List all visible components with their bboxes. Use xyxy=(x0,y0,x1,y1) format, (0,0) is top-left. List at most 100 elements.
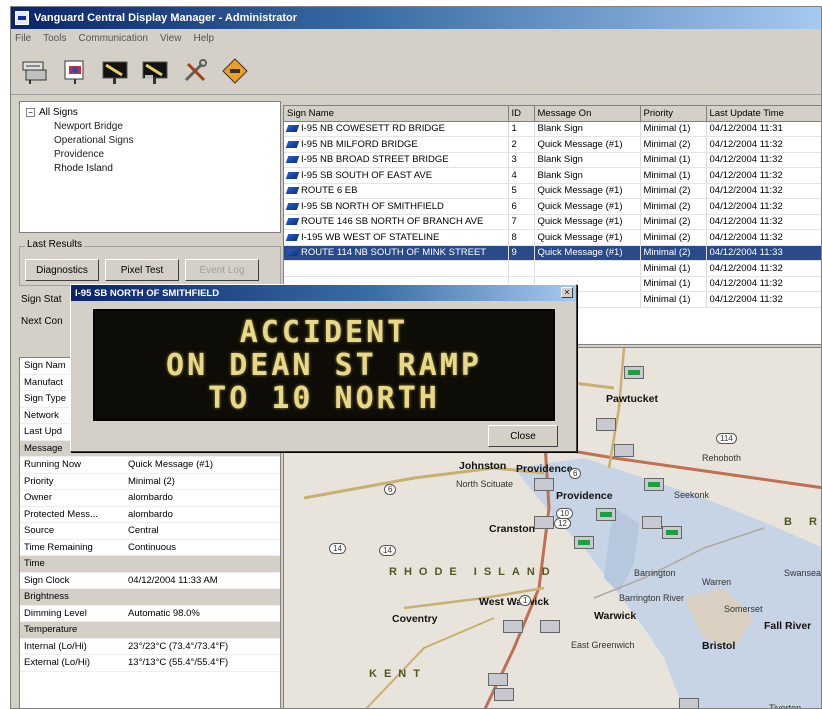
table-row[interactable]: ROUTE 114 NB SOUTH OF MINK STREET 9 Quick … xyxy=(284,245,821,261)
table-row[interactable]: Minimal (1) 04/12/2004 11:32 xyxy=(284,260,821,277)
close-button[interactable]: Close xyxy=(488,425,558,447)
cell-text: I-95 NB MILFORD BRIDGE xyxy=(301,138,418,150)
sign-edit-icon[interactable] xyxy=(137,53,173,89)
sign-map-marker[interactable] xyxy=(644,478,664,491)
sign-map-marker[interactable] xyxy=(662,526,682,539)
menu-file[interactable]: File xyxy=(15,33,31,44)
sign-list-icon[interactable] xyxy=(17,53,53,89)
cell-text: 04/12/2004 11:32 xyxy=(709,169,783,181)
table-row[interactable]: I-95 NB MILFORD BRIDGE 2 Quick Message (#1… xyxy=(284,136,821,153)
cell-text: Quick Message (#1) xyxy=(537,216,623,228)
table-row[interactable]: I-195 WB WEST OF STATELINE 8 Quick Message… xyxy=(284,229,821,246)
menu-tools[interactable]: Tools xyxy=(43,33,66,44)
property-value: Automatic 98.0% xyxy=(128,607,200,619)
table-row[interactable]: ROUTE 146 SB NORTH OF BRANCH AVE 7 Quick M… xyxy=(284,214,821,230)
cell-text: Minimal (2) xyxy=(643,247,691,259)
dialog-title: I-95 SB NORTH OF SMITHFIELD xyxy=(75,287,220,299)
cell-text: Minimal (1) xyxy=(643,262,691,274)
table-row[interactable]: I-95 SB NORTH OF SMITHFIELD 6 Quick Messag… xyxy=(284,198,821,215)
property-key: Source xyxy=(24,525,55,536)
route-shield: 14 xyxy=(329,543,346,554)
property-key: Owner xyxy=(24,492,52,503)
tree-root[interactable]: − All Signs xyxy=(26,106,274,120)
property-row: Dimming Level Automatic 98.0% xyxy=(20,606,280,622)
table-row[interactable]: I-95 NB COWESETT RD BRIDGE 1 Blank Sign Min… xyxy=(284,121,821,137)
road-sign-icon[interactable] xyxy=(217,53,253,89)
camera-sign-icon[interactable] xyxy=(57,53,93,89)
sign-icon xyxy=(285,171,300,179)
sign-map-marker[interactable] xyxy=(534,516,554,529)
title-bar[interactable]: Vanguard Central Display Manager - Admin… xyxy=(11,7,821,29)
map-place-label: Somerset xyxy=(724,604,763,614)
tree-item-rhode-island[interactable]: Rhode Island xyxy=(26,162,274,176)
sign-map-marker[interactable] xyxy=(488,673,508,686)
table-cell: Minimal (1) xyxy=(640,152,707,168)
table-cell: I-95 NB BROAD STREET BRIDGE xyxy=(284,152,509,168)
diagnostics-button[interactable]: Diagnostics xyxy=(25,259,99,281)
property-value: Continuous xyxy=(128,541,177,553)
sign-map-marker[interactable] xyxy=(679,698,699,708)
sign-icon xyxy=(285,156,300,164)
menu-help[interactable]: Help xyxy=(193,33,214,44)
cell-text: I-95 NB COWESETT RD BRIDGE xyxy=(301,123,445,135)
pixel-test-button[interactable]: Pixel Test xyxy=(105,259,179,281)
sign-map-marker[interactable] xyxy=(642,516,662,529)
cell-text: 04/12/2004 11:31 xyxy=(709,123,783,135)
tree-item-operational-signs[interactable]: Operational Signs xyxy=(26,134,274,148)
property-value xyxy=(128,622,280,638)
tree-item-providence[interactable]: Providence xyxy=(26,148,274,162)
table-cell: 5 xyxy=(508,183,535,199)
cell-text: I-95 SB NORTH OF SMITHFIELD xyxy=(301,200,444,212)
cell-text: Quick Message (#1) xyxy=(537,200,623,212)
cell-text: 7 xyxy=(511,216,517,228)
sign-icon xyxy=(285,218,300,226)
table-row[interactable]: ROUTE 6 EB 5 Quick Message (#1) Minimal (2)… xyxy=(284,183,821,199)
column-header-priority[interactable]: Priority xyxy=(640,106,707,122)
menu-view[interactable]: View xyxy=(160,33,182,44)
cell-text: Minimal (2) xyxy=(643,216,691,228)
dialog-close-icon[interactable]: × xyxy=(561,287,573,298)
column-header-id[interactable]: ID xyxy=(508,106,535,122)
property-value: Central xyxy=(128,525,159,536)
table-row[interactable]: I-95 SB SOUTH OF EAST AVE 4 Blank Sign Mini… xyxy=(284,167,821,184)
cell-text: 04/12/2004 11:32 xyxy=(709,138,783,150)
sign-map-marker[interactable] xyxy=(614,444,634,457)
property-row: Source Central xyxy=(20,523,280,540)
column-header-message-on[interactable]: Message On xyxy=(534,106,641,122)
table-cell: 04/12/2004 11:32 xyxy=(706,260,821,277)
table-cell xyxy=(284,260,509,277)
sign-map-marker[interactable] xyxy=(534,478,554,491)
sign-map-marker[interactable] xyxy=(596,508,616,521)
event-log-button[interactable]: Event Log xyxy=(185,259,259,281)
map-place-label: Cranston xyxy=(489,523,536,535)
cell-text: ROUTE 114 NB SOUTH OF MINK STREET xyxy=(301,247,487,259)
dialog-title-bar[interactable]: I-95 SB NORTH OF SMITHFIELD xyxy=(71,285,576,301)
table-cell: 04/12/2004 11:32 xyxy=(706,276,821,292)
map-place-label: Swansea xyxy=(784,568,822,578)
menu-communication[interactable]: Communication xyxy=(78,33,147,44)
table-cell: Minimal (2) xyxy=(640,198,707,215)
sign-message-icon[interactable] xyxy=(97,53,133,89)
cell-text: 1 xyxy=(511,123,517,135)
table-cell: 6 xyxy=(508,198,535,215)
property-row: External (Lo/Hi) 13°/13°C (55.4°/55.4°F) xyxy=(20,655,280,672)
property-section-header: Temperature xyxy=(20,622,280,639)
sign-map-marker[interactable] xyxy=(624,366,644,379)
cell-text: 04/12/2004 11:32 xyxy=(709,293,783,305)
table-cell: 9 xyxy=(508,245,535,261)
sign-map-marker[interactable] xyxy=(494,688,514,701)
sign-map-marker[interactable] xyxy=(596,418,616,431)
property-key: Protected Mess... xyxy=(24,508,98,520)
table-cell: Minimal (2) xyxy=(640,214,707,230)
sign-map-marker[interactable] xyxy=(574,536,594,549)
tree-item-newport-bridge[interactable]: Newport Bridge xyxy=(26,120,274,134)
column-header-last-update[interactable]: Last Update Time xyxy=(706,106,821,122)
tools-icon[interactable] xyxy=(177,53,213,89)
table-row[interactable]: I-95 NB BROAD STREET BRIDGE 3 Blank Sign Mi… xyxy=(284,152,821,168)
column-header-sign-name[interactable]: Sign Name xyxy=(284,106,509,122)
sign-map-marker[interactable] xyxy=(540,620,560,633)
sign-map-marker[interactable] xyxy=(503,620,523,633)
cell-text: Minimal (1) xyxy=(643,293,691,305)
map-place-label: East Greenwich xyxy=(571,640,635,650)
collapse-icon[interactable]: − xyxy=(26,108,35,117)
